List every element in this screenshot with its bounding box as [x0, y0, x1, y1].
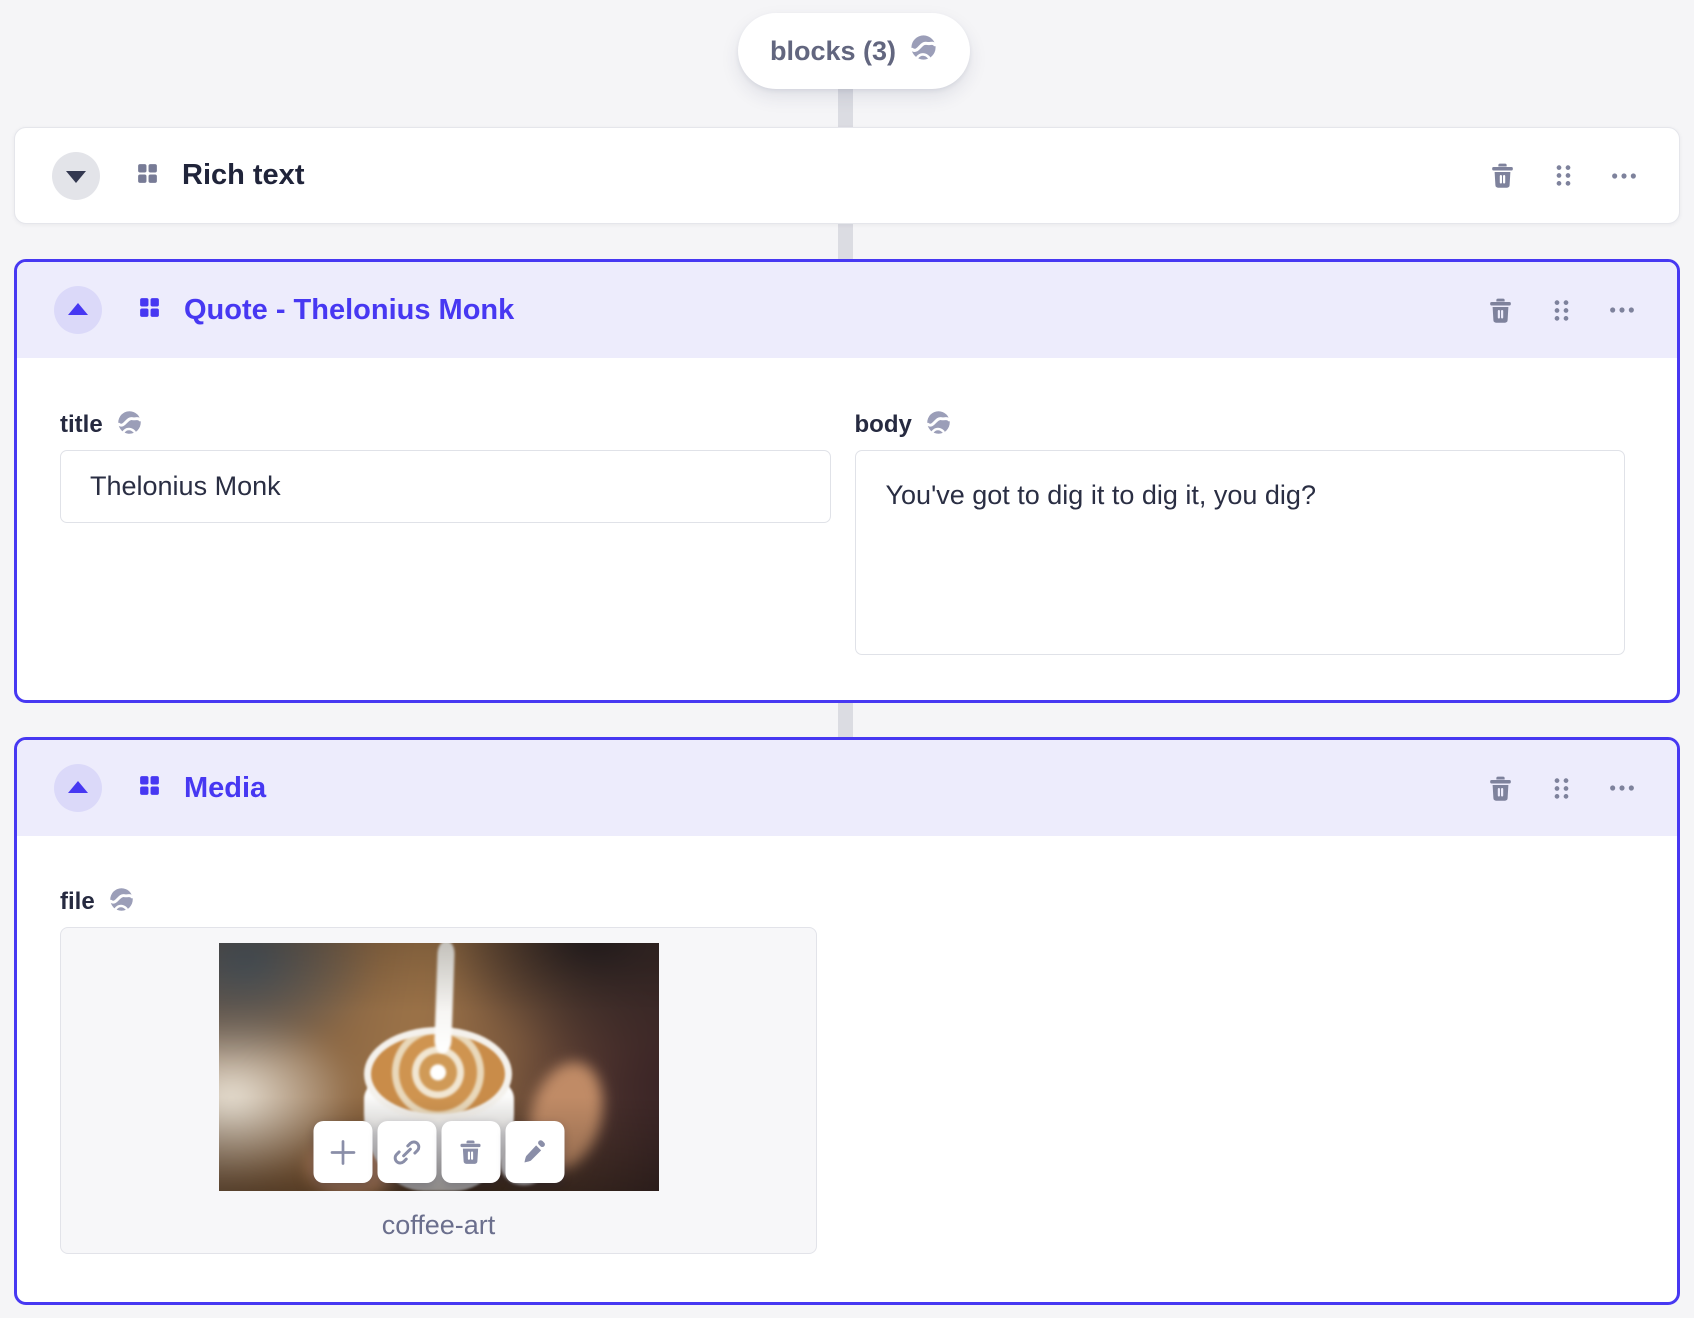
globe-icon — [108, 886, 135, 918]
collapse-toggle-button[interactable] — [54, 764, 102, 812]
block-header: Quote - Thelonius Monk — [17, 262, 1677, 358]
block-title: Media — [184, 771, 267, 804]
block-title: Rich text — [182, 159, 305, 191]
globe-icon — [909, 33, 938, 69]
block-fields: file coffee-art — [17, 836, 1677, 1254]
globe-icon — [925, 409, 952, 441]
drag-handle-icon[interactable] — [1543, 292, 1579, 328]
collapse-toggle-button[interactable] — [54, 286, 102, 334]
block-header: Rich text — [15, 128, 1679, 223]
ellipsis-menu-icon[interactable] — [1606, 158, 1642, 194]
connector-line — [838, 701, 853, 740]
block-header: Media — [17, 740, 1677, 836]
chevron-down-icon — [66, 171, 86, 183]
title-input[interactable] — [60, 450, 831, 523]
connector-line — [838, 222, 853, 262]
blocks-grid-icon — [137, 295, 162, 325]
trash-icon[interactable] — [1484, 158, 1520, 194]
link-icon[interactable] — [377, 1121, 436, 1183]
array-field-pill: blocks (3) — [738, 13, 971, 89]
blocks-grid-icon — [137, 773, 162, 803]
block-title: Quote - Thelonius Monk — [184, 293, 515, 326]
globe-icon — [116, 409, 143, 441]
media-preview-image — [218, 943, 659, 1191]
field-title: title — [60, 409, 831, 660]
trash-icon[interactable] — [441, 1121, 500, 1183]
block-actions — [1482, 292, 1640, 328]
ellipsis-menu-icon[interactable] — [1604, 770, 1640, 806]
file-name-caption: coffee-art — [381, 1210, 496, 1240]
chevron-up-icon — [68, 303, 88, 315]
blocks-grid-icon — [135, 161, 160, 191]
trash-icon[interactable] — [1482, 292, 1518, 328]
plus-icon[interactable] — [313, 1121, 372, 1183]
block-actions — [1482, 770, 1640, 806]
field-label: title — [60, 411, 103, 438]
array-field-pill-label: blocks (3) — [770, 35, 897, 66]
block-card-media: Media file coffee-art — [14, 737, 1680, 1305]
body-textarea[interactable]: You've got to dig it to dig it, you dig? — [854, 450, 1625, 655]
field-label: file — [60, 888, 95, 915]
drag-handle-icon[interactable] — [1543, 770, 1579, 806]
block-card-rich-text: Rich text — [14, 127, 1680, 224]
trash-icon[interactable] — [1482, 770, 1518, 806]
expand-toggle-button[interactable] — [52, 151, 100, 200]
drag-handle-icon[interactable] — [1545, 158, 1581, 194]
file-field-box: coffee-art — [60, 927, 817, 1254]
media-action-toolbar — [313, 1121, 564, 1183]
chevron-up-icon — [68, 781, 88, 793]
field-label: body — [854, 411, 912, 438]
field-body: body You've got to dig it to dig it, you… — [854, 409, 1625, 660]
pencil-icon[interactable] — [505, 1121, 564, 1183]
ellipsis-menu-icon[interactable] — [1604, 292, 1640, 328]
block-actions — [1484, 158, 1642, 194]
block-card-quote: Quote - Thelonius Monk title Thelonius M… — [14, 259, 1680, 703]
block-fields: title body You've got to dig it to dig i… — [17, 358, 1677, 660]
